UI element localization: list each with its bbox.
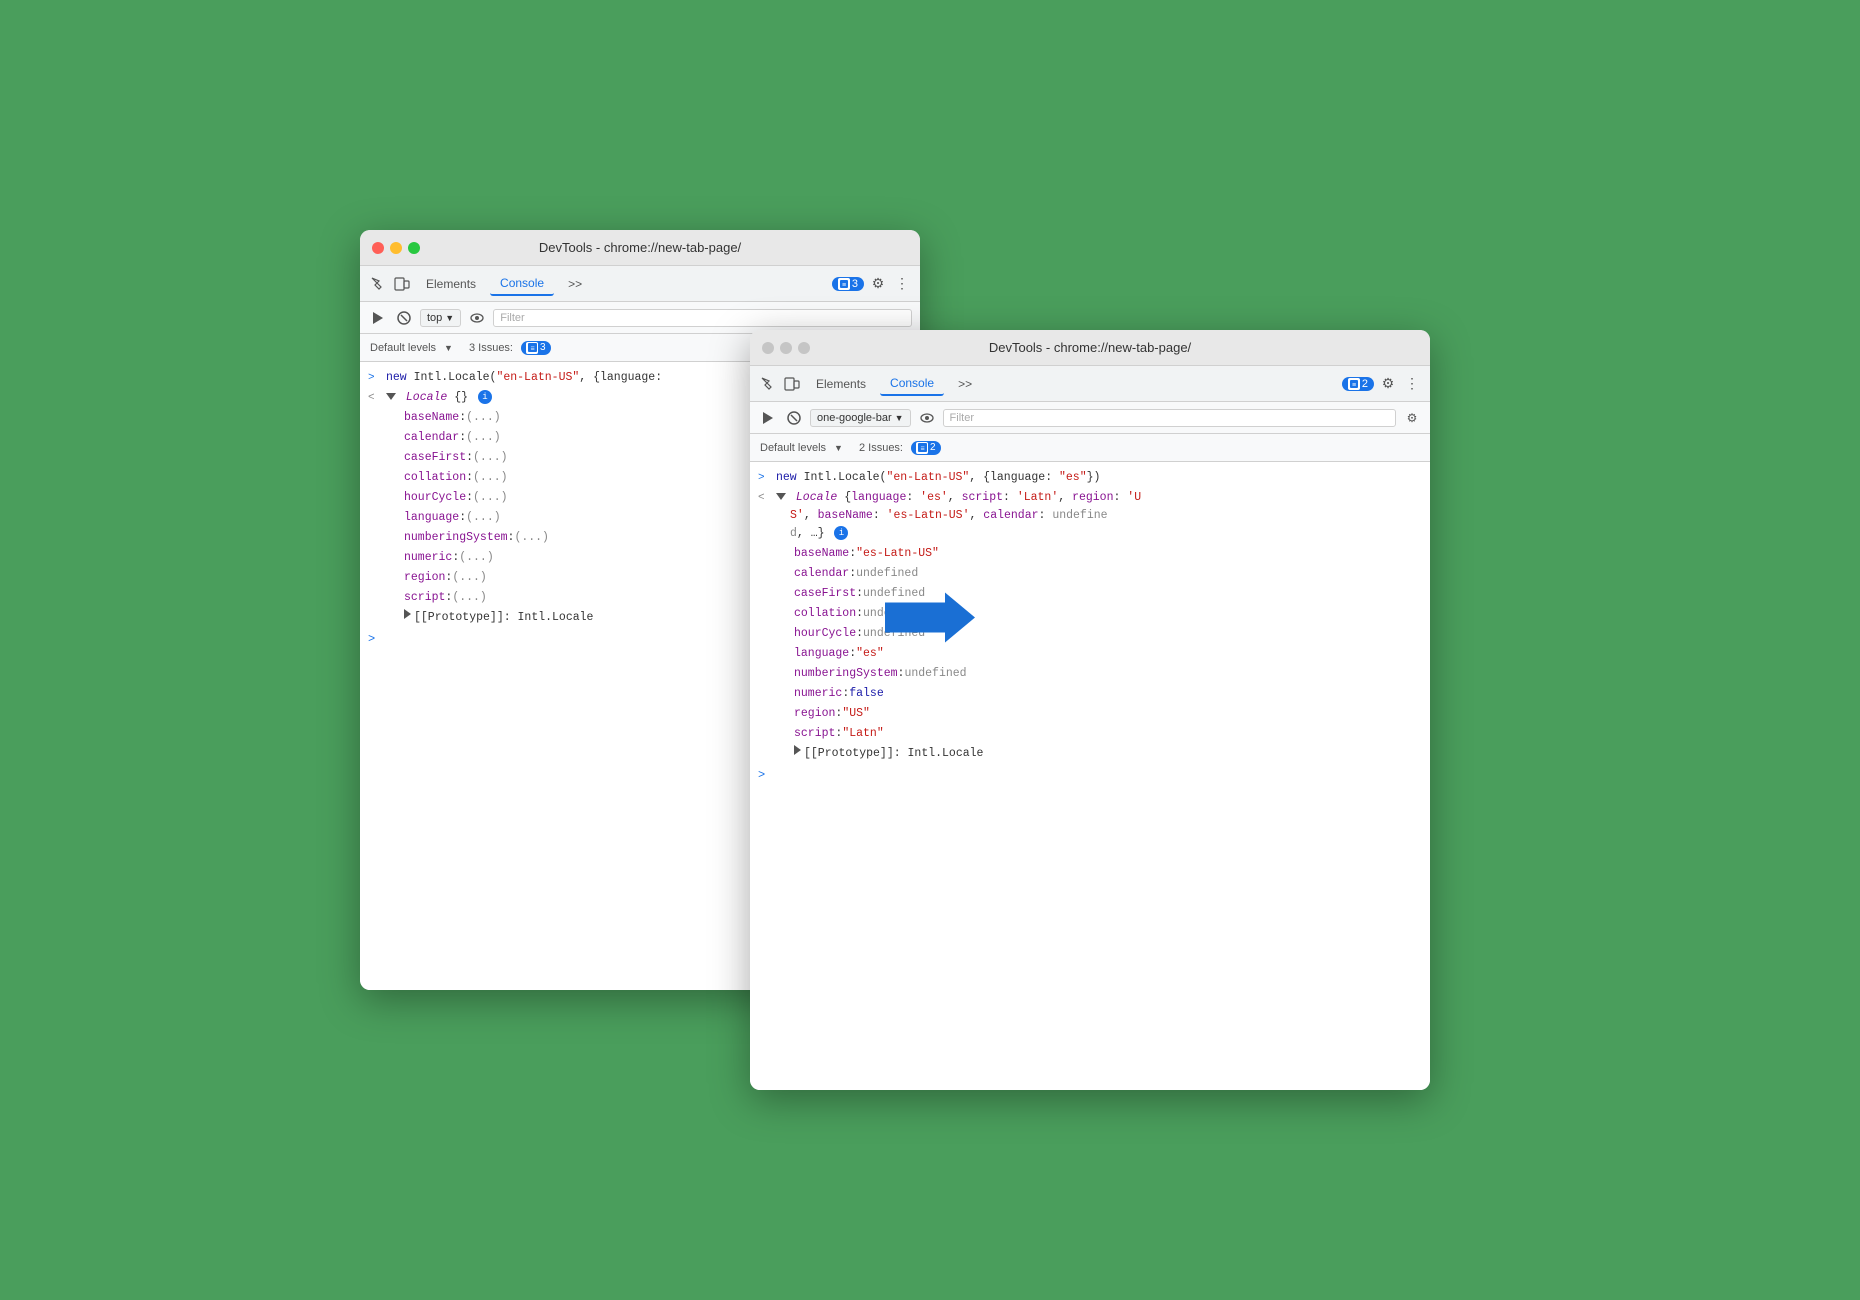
tab-more-left[interactable]: >> <box>558 273 592 295</box>
issues-count-right: 2 Issues: <box>859 442 903 454</box>
run-btn-right[interactable] <box>758 408 778 428</box>
issue-icon-right: ≡ <box>1348 378 1360 390</box>
issues-badge-right[interactable]: ≡ 2 <box>911 441 941 455</box>
prop-casefirst-right: caseFirst: undefined <box>750 584 1430 604</box>
device-icon-right[interactable] <box>782 374 802 394</box>
tab-elements-right[interactable]: Elements <box>806 373 876 395</box>
eye-btn-left[interactable] <box>467 308 487 328</box>
prop-hourcycle-right: hourCycle: undefined <box>750 624 1430 644</box>
issue-badge-right[interactable]: ≡ 2 <box>1342 377 1374 391</box>
inspector-icon[interactable] <box>368 274 388 294</box>
info-icon-left: i <box>478 390 492 404</box>
right-maximize-button[interactable] <box>798 342 810 354</box>
clear-btn-right[interactable] <box>784 408 804 428</box>
prop-numeric-right: numeric: false <box>750 684 1430 704</box>
inspector-icon-right[interactable] <box>758 374 778 394</box>
issues-badge-icon-right: ≡ <box>916 442 928 454</box>
input-prefix-right: > <box>758 469 772 487</box>
run-btn-left[interactable] <box>368 308 388 328</box>
prop-region-right: region: "US" <box>750 704 1430 724</box>
more-icon-left[interactable]: ⋮ <box>892 274 912 294</box>
eye-btn-right[interactable] <box>917 408 937 428</box>
prop-collation-right: collation: undefined <box>750 604 1430 624</box>
prop-basename-right: baseName: "es-Latn-US" <box>750 544 1430 564</box>
input-prefix-left: > <box>368 369 382 387</box>
filter-input-left[interactable]: Filter <box>493 309 912 327</box>
settings-btn-right[interactable]: ⚙ <box>1402 408 1422 428</box>
issue-icon-left: ≡ <box>838 278 850 290</box>
svg-text:≡: ≡ <box>920 446 924 453</box>
cursor-line-right[interactable]: > <box>750 764 1430 786</box>
issues-chevron-right: ▼ <box>834 443 843 453</box>
tab-more-right[interactable]: >> <box>948 373 982 395</box>
prop-language-right: language: "es" <box>750 644 1430 664</box>
chevron-down-icon: ▼ <box>445 313 454 323</box>
right-title-bar: DevTools - chrome://new-tab-page/ <box>750 330 1430 366</box>
info-icon-right: i <box>834 526 848 540</box>
clear-btn-left[interactable] <box>394 308 414 328</box>
issues-levels-right[interactable]: Default levels <box>760 442 826 454</box>
context-selector-right[interactable]: one-google-bar ▼ <box>810 409 911 427</box>
right-minimize-button[interactable] <box>780 342 792 354</box>
issues-badge-left[interactable]: ≡ 3 <box>521 341 551 355</box>
traffic-lights <box>372 242 420 254</box>
right-window-title: DevTools - chrome://new-tab-page/ <box>989 340 1191 355</box>
prop-proto-right: [[Prototype]]: Intl.Locale <box>750 744 1430 764</box>
issues-levels-left[interactable]: Default levels <box>370 342 436 354</box>
issues-count-left: 3 Issues: <box>469 342 513 354</box>
close-button[interactable] <box>372 242 384 254</box>
context-selector-left[interactable]: top ▼ <box>420 309 461 327</box>
right-traffic-lights <box>762 342 810 354</box>
issue-badge-left[interactable]: ≡ 3 <box>832 277 864 291</box>
direction-arrow <box>885 588 975 648</box>
right-close-button[interactable] <box>762 342 774 354</box>
left-main-toolbar: Elements Console >> ≡ 3 <box>360 266 920 302</box>
right-issues-bar: Default levels ▼ 2 Issues: ≡ 2 <box>750 434 1430 462</box>
more-icon-right[interactable]: ⋮ <box>1402 374 1422 394</box>
tab-console-left[interactable]: Console <box>490 272 554 296</box>
tab-console-right[interactable]: Console <box>880 372 944 396</box>
left-window-title: DevTools - chrome://new-tab-page/ <box>539 240 741 255</box>
right-main-toolbar: Elements Console >> ≡ 2 <box>750 366 1430 402</box>
output-prefix-left: < <box>368 389 382 407</box>
console-input-line-right: > new Intl.Locale("en-Latn-US", {languag… <box>750 468 1430 488</box>
right-console-toolbar: one-google-bar ▼ Filter ⚙ <box>750 402 1430 434</box>
output-prefix-right: < <box>758 489 772 507</box>
left-title-bar: DevTools - chrome://new-tab-page/ <box>360 230 920 266</box>
maximize-button[interactable] <box>408 242 420 254</box>
prop-calendar-right: calendar: undefined <box>750 564 1430 584</box>
right-devtools-window: DevTools - chrome://new-tab-page/ Elemen <box>750 330 1430 1090</box>
right-console-content: > new Intl.Locale("en-Latn-US", {languag… <box>750 462 1430 1090</box>
prop-script-right: script: "Latn" <box>750 724 1430 744</box>
device-icon[interactable] <box>392 274 412 294</box>
settings-icon-right[interactable]: ⚙ <box>1378 374 1398 394</box>
svg-text:≡: ≡ <box>530 346 534 353</box>
svg-text:≡: ≡ <box>842 282 846 289</box>
locale-obj-header-right: < Locale {language: 'es', script: 'Latn'… <box>750 488 1430 544</box>
settings-icon-left[interactable]: ⚙ <box>868 274 888 294</box>
tab-elements-left[interactable]: Elements <box>416 273 486 295</box>
arrow-container <box>885 588 975 653</box>
svg-text:≡: ≡ <box>1352 382 1356 389</box>
prop-numbersystem-right: numberingSystem: undefined <box>750 664 1430 684</box>
minimize-button[interactable] <box>390 242 402 254</box>
filter-input-right[interactable]: Filter <box>943 409 1396 427</box>
issues-badge-icon-left: ≡ <box>526 342 538 354</box>
chevron-down-icon-right: ▼ <box>895 413 904 423</box>
issues-chevron-left: ▼ <box>444 343 453 353</box>
